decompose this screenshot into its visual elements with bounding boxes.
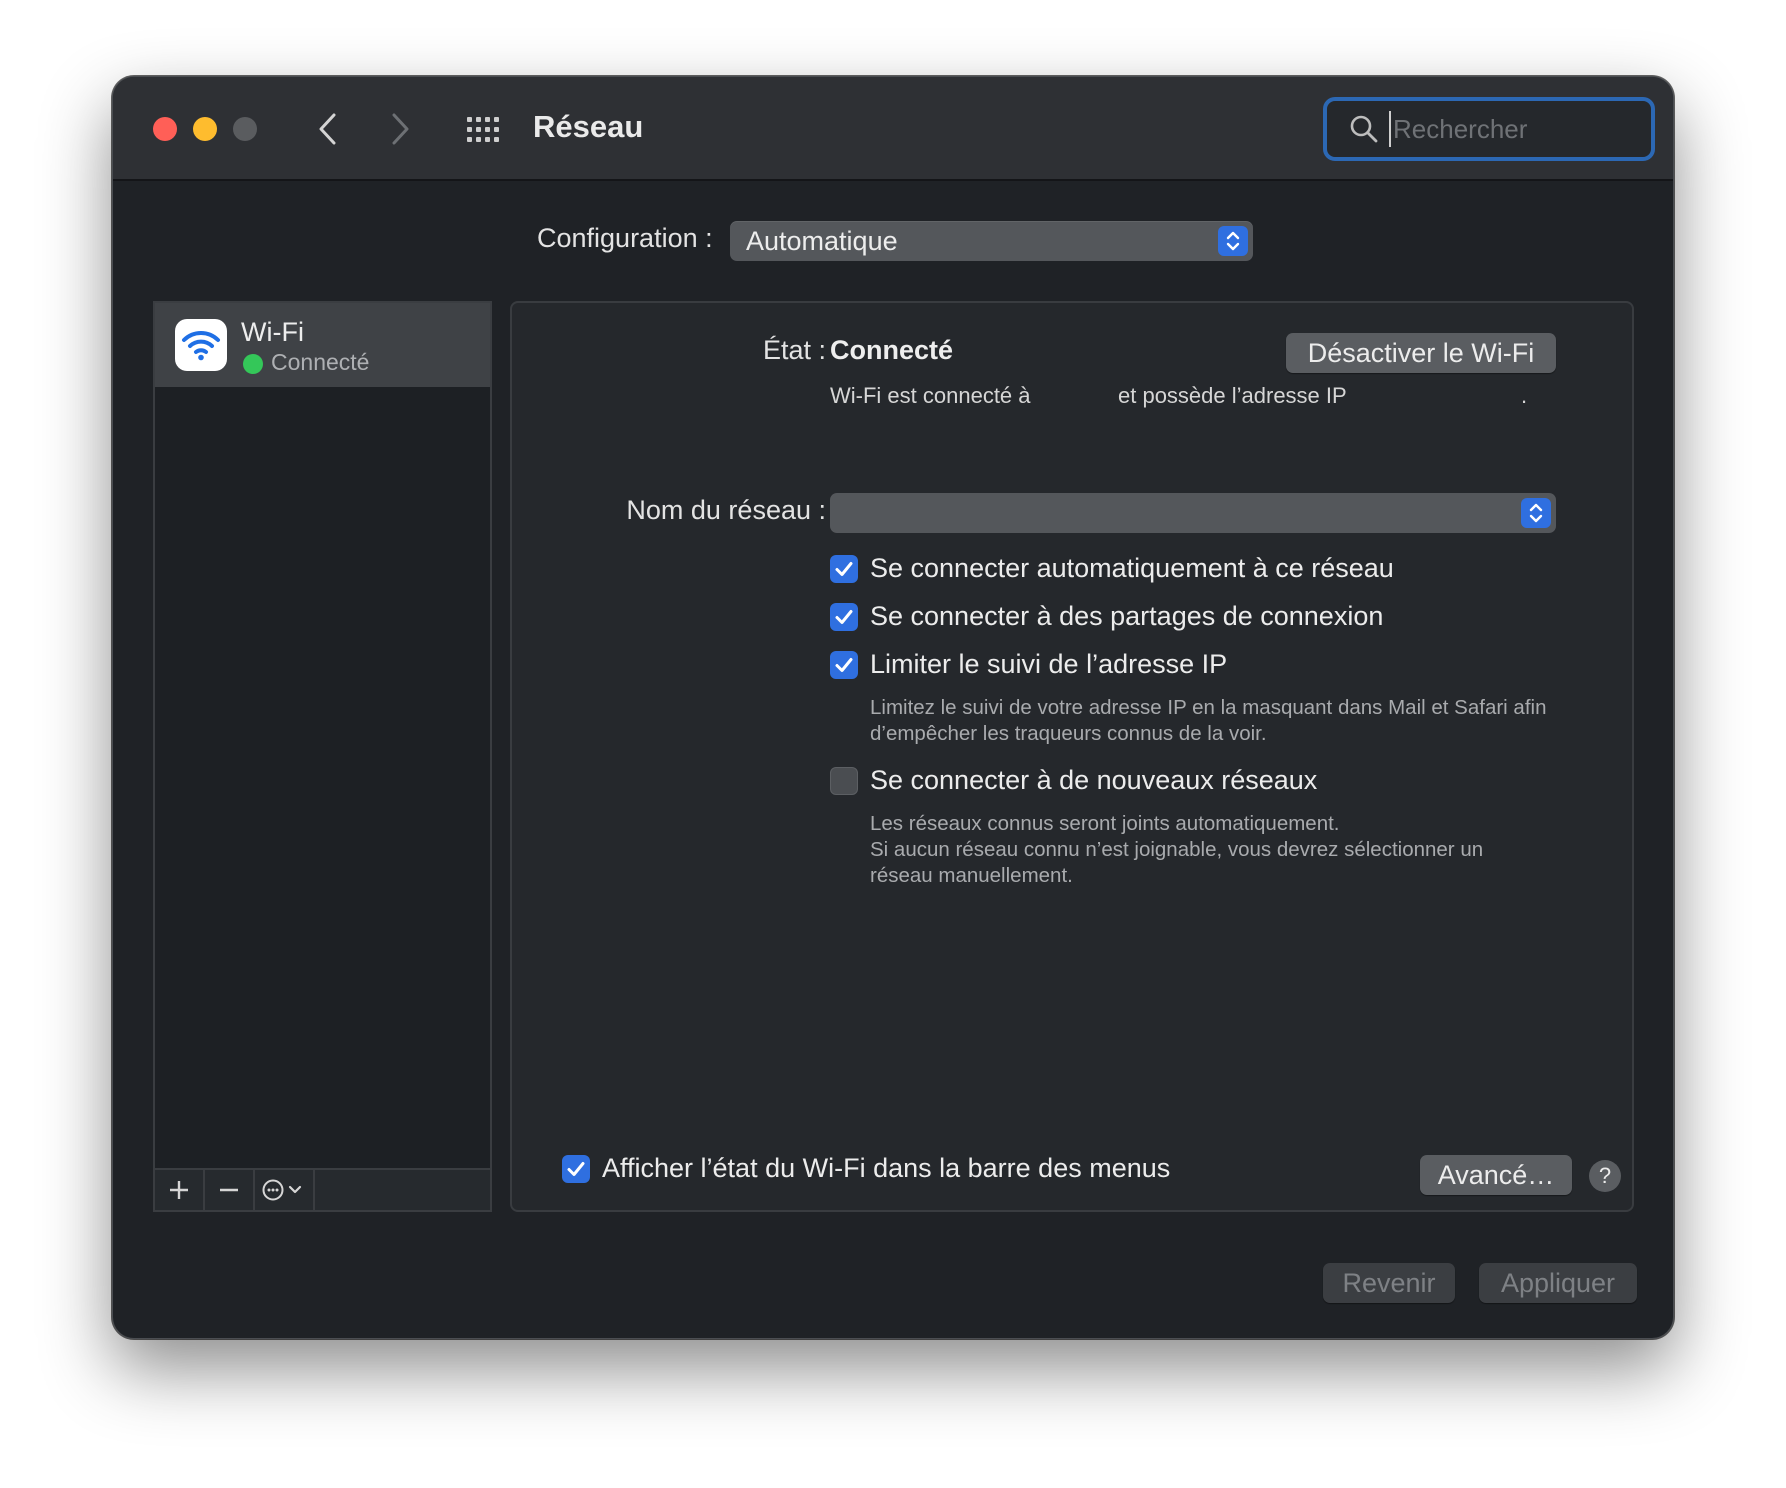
limit-ip-tracking-option[interactable]: Limiter le suivi de l’adresse IP [830, 649, 1227, 680]
show-in-menu-bar-checkbox[interactable] [562, 1154, 590, 1183]
hotspot-option[interactable]: Se connecter à des partages de connexion [830, 601, 1383, 632]
help-line: Les réseaux connus seront joints automat… [870, 812, 1340, 835]
status-dot [243, 354, 263, 374]
back-button[interactable] [307, 107, 347, 151]
chevron-right-icon [392, 113, 409, 145]
service-name: Wi-Fi [241, 317, 304, 347]
remove-service-button[interactable] [205, 1170, 255, 1210]
search-icon [1350, 115, 1378, 143]
zoom-button[interactable] [233, 117, 257, 141]
limit-ip-tracking-label: Limiter le suivi de l’adresse IP [870, 649, 1228, 679]
plus-icon [170, 1181, 188, 1199]
search-field[interactable] [1323, 97, 1655, 161]
preferences-window: Réseau Configuration : Automatique [112, 76, 1674, 1339]
auto-join-checkbox[interactable] [830, 554, 858, 583]
ask-join-new-label: Se connecter à de nouveaux réseaux [870, 765, 1318, 795]
limit-ip-tracking-help: Limitez le suivi de votre adresse IP en … [870, 695, 1546, 747]
action-menu-icon [262, 1179, 302, 1201]
advanced-button[interactable]: Avancé… [1420, 1155, 1572, 1195]
help-line: d’empêcher les traqueurs connus de la vo… [870, 722, 1267, 745]
ask-join-new-option[interactable]: Se connecter à de nouveaux réseaux [830, 765, 1317, 796]
network-name-select[interactable] [830, 493, 1556, 533]
revert-button[interactable]: Revenir [1323, 1263, 1455, 1303]
show-in-menu-bar-label: Afficher l’état du Wi-Fi dans la barre d… [602, 1153, 1171, 1183]
checkmark-icon [835, 657, 853, 672]
limit-ip-tracking-checkbox[interactable] [830, 650, 858, 679]
wifi-settings-panel: État : Connecté Désactiver le Wi-Fi Wi-F… [510, 301, 1634, 1212]
grid-icon [467, 117, 499, 142]
window-title: Réseau [533, 109, 644, 144]
service-item-wifi[interactable]: Wi-Fi Connecté [155, 303, 490, 387]
state-description-middle: et possède l’adresse IP [1118, 383, 1347, 408]
help-line: Limitez le suivi de votre adresse IP en … [870, 696, 1547, 719]
state-description-end: . [1521, 383, 1528, 408]
show-in-menu-bar-option[interactable]: Afficher l’état du Wi-Fi dans la barre d… [562, 1153, 1170, 1184]
service-status: Connecté [271, 349, 370, 375]
checkmark-icon [835, 609, 853, 624]
popup-stepper-icon [1521, 498, 1551, 528]
title-bar: Réseau [113, 77, 1673, 181]
forward-button[interactable] [381, 107, 421, 151]
ask-join-new-help: Les réseaux connus seront joints automat… [870, 811, 1483, 889]
configuration-select[interactable]: Automatique [730, 221, 1253, 261]
wifi-icon [175, 319, 227, 371]
chevron-left-icon [319, 113, 336, 145]
help-line: réseau manuellement. [870, 864, 1073, 887]
show-all-button[interactable] [463, 109, 505, 151]
configuration-label: Configuration : [537, 223, 713, 253]
close-button[interactable] [153, 117, 177, 141]
ask-join-new-checkbox[interactable] [830, 766, 858, 795]
auto-join-option[interactable]: Se connecter automatiquement à ce réseau [830, 553, 1394, 584]
add-service-button[interactable] [155, 1170, 205, 1210]
disable-wifi-button[interactable]: Désactiver le Wi-Fi [1286, 333, 1556, 373]
hotspot-label: Se connecter à des partages de connexion [870, 601, 1384, 631]
apply-button[interactable]: Appliquer [1479, 1263, 1637, 1303]
search-input[interactable] [1389, 111, 1639, 147]
help-line: Si aucun réseau connu n’est joignable, v… [870, 838, 1484, 861]
state-value: Connecté [830, 335, 954, 365]
popup-stepper-icon [1218, 226, 1248, 256]
checkmark-icon [835, 561, 853, 576]
network-name-label: Nom du réseau : [626, 495, 826, 525]
service-list: Wi-Fi Connecté [153, 301, 492, 1212]
hotspot-checkbox[interactable] [830, 602, 858, 631]
minimize-button[interactable] [193, 117, 217, 141]
minus-icon [220, 1188, 238, 1192]
state-description-prefix: Wi-Fi est connecté à [830, 383, 1031, 408]
service-list-toolbar [155, 1168, 490, 1210]
checkmark-icon [567, 1161, 585, 1176]
configuration-value: Automatique [746, 226, 898, 256]
state-label: État : [762, 335, 826, 365]
auto-join-label: Se connecter automatiquement à ce réseau [870, 553, 1394, 583]
action-menu-button[interactable] [255, 1170, 315, 1210]
help-button[interactable]: ? [1589, 1160, 1621, 1192]
